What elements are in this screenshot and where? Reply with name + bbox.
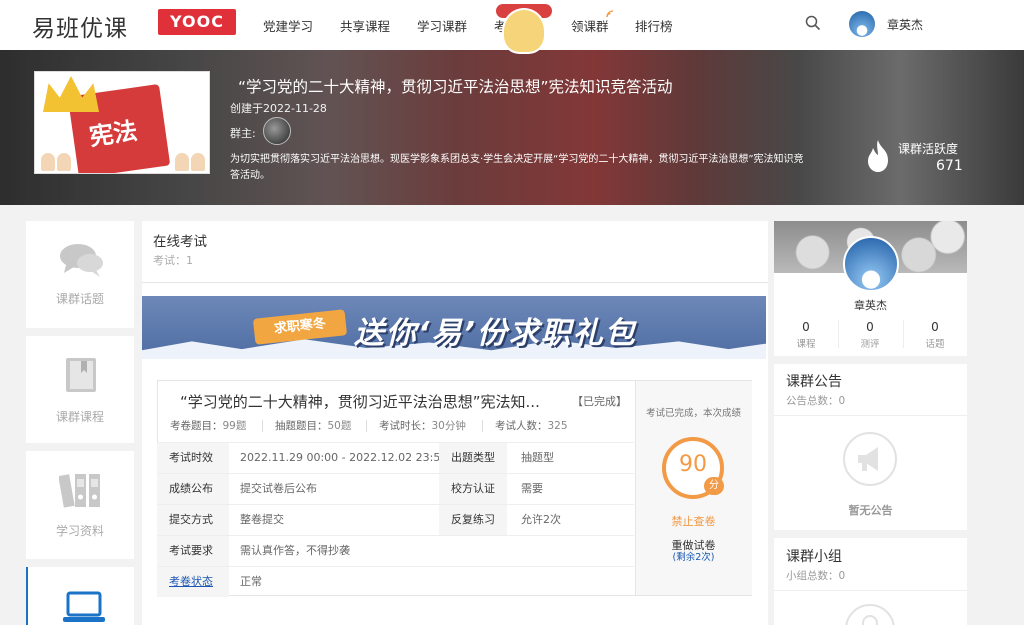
- table-cell-value: 提交试卷后公布: [240, 482, 317, 495]
- cover-figure: [41, 153, 55, 171]
- exam-meta-duration: 考试时长：30分钟: [379, 420, 466, 432]
- empty-announcement: 暂无公告: [848, 504, 893, 517]
- exam-meta-drawn: 抽题题目：50题: [275, 420, 352, 432]
- table-cell-label: 考卷状态: [157, 567, 229, 597]
- sidebar-item-materials[interactable]: 学习资料: [26, 451, 134, 559]
- table-cell-label: 校方认证: [439, 474, 507, 504]
- sidebar-item-courses[interactable]: 课群课程: [26, 336, 134, 443]
- stat-topics-label: 话题: [925, 339, 945, 350]
- profile-name: 章英杰: [854, 299, 887, 312]
- promo-banner[interactable]: 求职寒冬 送你‘易’份求职礼包: [142, 296, 766, 359]
- chat-bubbles-icon: [60, 244, 103, 277]
- table-cell-label: 考试时效: [157, 443, 229, 473]
- divider: [774, 590, 967, 591]
- megaphone-icon: [843, 432, 897, 486]
- score-value: 90: [679, 452, 707, 477]
- logo-badge[interactable]: YOOC: [158, 9, 236, 35]
- sidebar-item-label: 课群课程: [55, 410, 104, 424]
- nav-item-get-group[interactable]: 领课群: [571, 16, 609, 35]
- search-icon[interactable]: [805, 15, 821, 31]
- table-row: 考卷状态 正常: [157, 566, 634, 597]
- group-icon: [845, 604, 895, 625]
- cover-figure: [191, 153, 205, 171]
- exam-status: 【已完成】: [572, 395, 627, 408]
- table-cell-label: 提交方式: [157, 505, 229, 535]
- stat-courses-label: 课程: [796, 339, 816, 350]
- announcement-count: 公告总数：0: [786, 395, 846, 407]
- table-cell-value: 抽题型: [521, 451, 554, 464]
- table-row: 提交方式 整卷提交 反复练习 允许2次: [157, 504, 634, 535]
- group-owner-label: 群主:: [230, 127, 256, 140]
- divider: [774, 415, 967, 416]
- group-banner: 宪法 “学习党的二十大精神，贯彻习近平法治思想”宪法知识竞答活动 创建于2022…: [0, 50, 1024, 205]
- table-row: 成绩公布 提交试卷后公布 校方认证 需要: [157, 473, 634, 504]
- group-title: “学习党的二十大精神，贯彻习近平法治思想”宪法知识竞答活动: [238, 78, 673, 96]
- user-avatar[interactable]: [849, 11, 875, 37]
- table-cell-value: 正常: [240, 575, 262, 588]
- table-cell-value: 2022.11.29 00:00 - 2022.12.02 23:59: [240, 451, 448, 464]
- stat-topics-value[interactable]: 0: [903, 320, 967, 334]
- sidebar-item-label: 课群话题: [55, 292, 104, 306]
- cover-crown: [43, 76, 99, 112]
- mascot-image: [502, 8, 546, 54]
- exam-count: 考试：1: [153, 254, 193, 267]
- profile-avatar[interactable]: [843, 236, 899, 292]
- divider: [142, 282, 768, 283]
- meta-separator: [366, 420, 367, 432]
- table-row: 考试时效 2022.11.29 00:00 - 2022.12.02 23:59…: [157, 442, 634, 473]
- laptop-icon: [63, 591, 105, 622]
- stat-tests-value[interactable]: 0: [838, 320, 902, 334]
- exam-meta-participants: 考试人数：325: [495, 420, 568, 432]
- sidebar-item-exams[interactable]: [26, 567, 134, 625]
- table-cell-label: 反复练习: [439, 505, 507, 535]
- table-cell-label: 考试要求: [157, 536, 229, 566]
- cover-text: 宪法: [87, 115, 140, 152]
- redo-remaining: (剩余2次): [672, 552, 715, 563]
- signal-icon: [606, 10, 614, 18]
- owner-avatar[interactable]: [263, 117, 291, 145]
- nav-item-party-study[interactable]: 党建学习: [263, 16, 313, 35]
- table-row: 考试要求 需认真作答，不得抄袭: [157, 535, 634, 566]
- stat-courses-value[interactable]: 0: [774, 320, 838, 334]
- no-review-label: 禁止查卷: [671, 515, 716, 528]
- nav-item-study-groups[interactable]: 学习课群: [417, 16, 467, 35]
- table-cell-value: 需认真作答，不得抄袭: [240, 544, 350, 557]
- nav-item-ranking[interactable]: 排行榜: [635, 16, 673, 35]
- group-count: 小组总数：0: [786, 570, 846, 582]
- table-cell-label: 出题类型: [439, 443, 507, 473]
- table-cell-label: 成绩公布: [157, 474, 229, 504]
- activity-label: 课群活跃度: [898, 142, 959, 156]
- nav-item-shared-courses[interactable]: 共享课程: [340, 16, 390, 35]
- promo-text: 送你‘易’份求职礼包: [354, 316, 637, 351]
- exam-title[interactable]: “学习党的二十大精神，贯彻习近平法治思想”宪法知...: [180, 391, 540, 412]
- stat-tests-label: 测评: [860, 339, 880, 350]
- score-unit: 分: [704, 477, 724, 495]
- cover-figure: [57, 153, 71, 171]
- group-title: 课群小组: [786, 549, 842, 565]
- binders-icon: [59, 474, 100, 508]
- table-cell-value: 整卷提交: [240, 513, 284, 526]
- promo-tag: 求职寒冬: [252, 309, 348, 345]
- sidebar-item-topics[interactable]: 课群话题: [26, 221, 134, 328]
- meta-separator: [482, 420, 483, 432]
- table-cell-value: 需要: [521, 482, 543, 495]
- announcement-title: 课群公告: [786, 374, 842, 390]
- exam-info-table: 考试时效 2022.11.29 00:00 - 2022.12.02 23:59…: [157, 442, 634, 597]
- sidebar-item-label: 学习资料: [55, 524, 104, 538]
- exam-heading: 在线考试: [153, 234, 207, 250]
- user-name[interactable]: 章英杰: [887, 16, 923, 33]
- book-icon: [66, 358, 96, 392]
- activity-value: 671: [936, 158, 963, 174]
- exam-status-link[interactable]: 考卷状态: [169, 575, 213, 588]
- score-note: 考试已完成，本次成绩: [645, 408, 741, 419]
- group-created-date: 创建于2022-11-28: [230, 102, 327, 115]
- logo-text[interactable]: 易班优课: [32, 9, 128, 43]
- table-cell-value: 允许2次: [521, 513, 561, 526]
- group-cover-image: 宪法: [34, 71, 210, 174]
- exam-meta-questions: 考卷题目：99题: [170, 420, 247, 432]
- group-description: 为切实把贯彻落实习近平法治思想。现医学影象系团总支·学生会决定开展“学习党的二十…: [230, 154, 804, 181]
- meta-separator: [262, 420, 263, 432]
- cover-figure: [175, 153, 189, 171]
- flame-icon: [868, 140, 888, 172]
